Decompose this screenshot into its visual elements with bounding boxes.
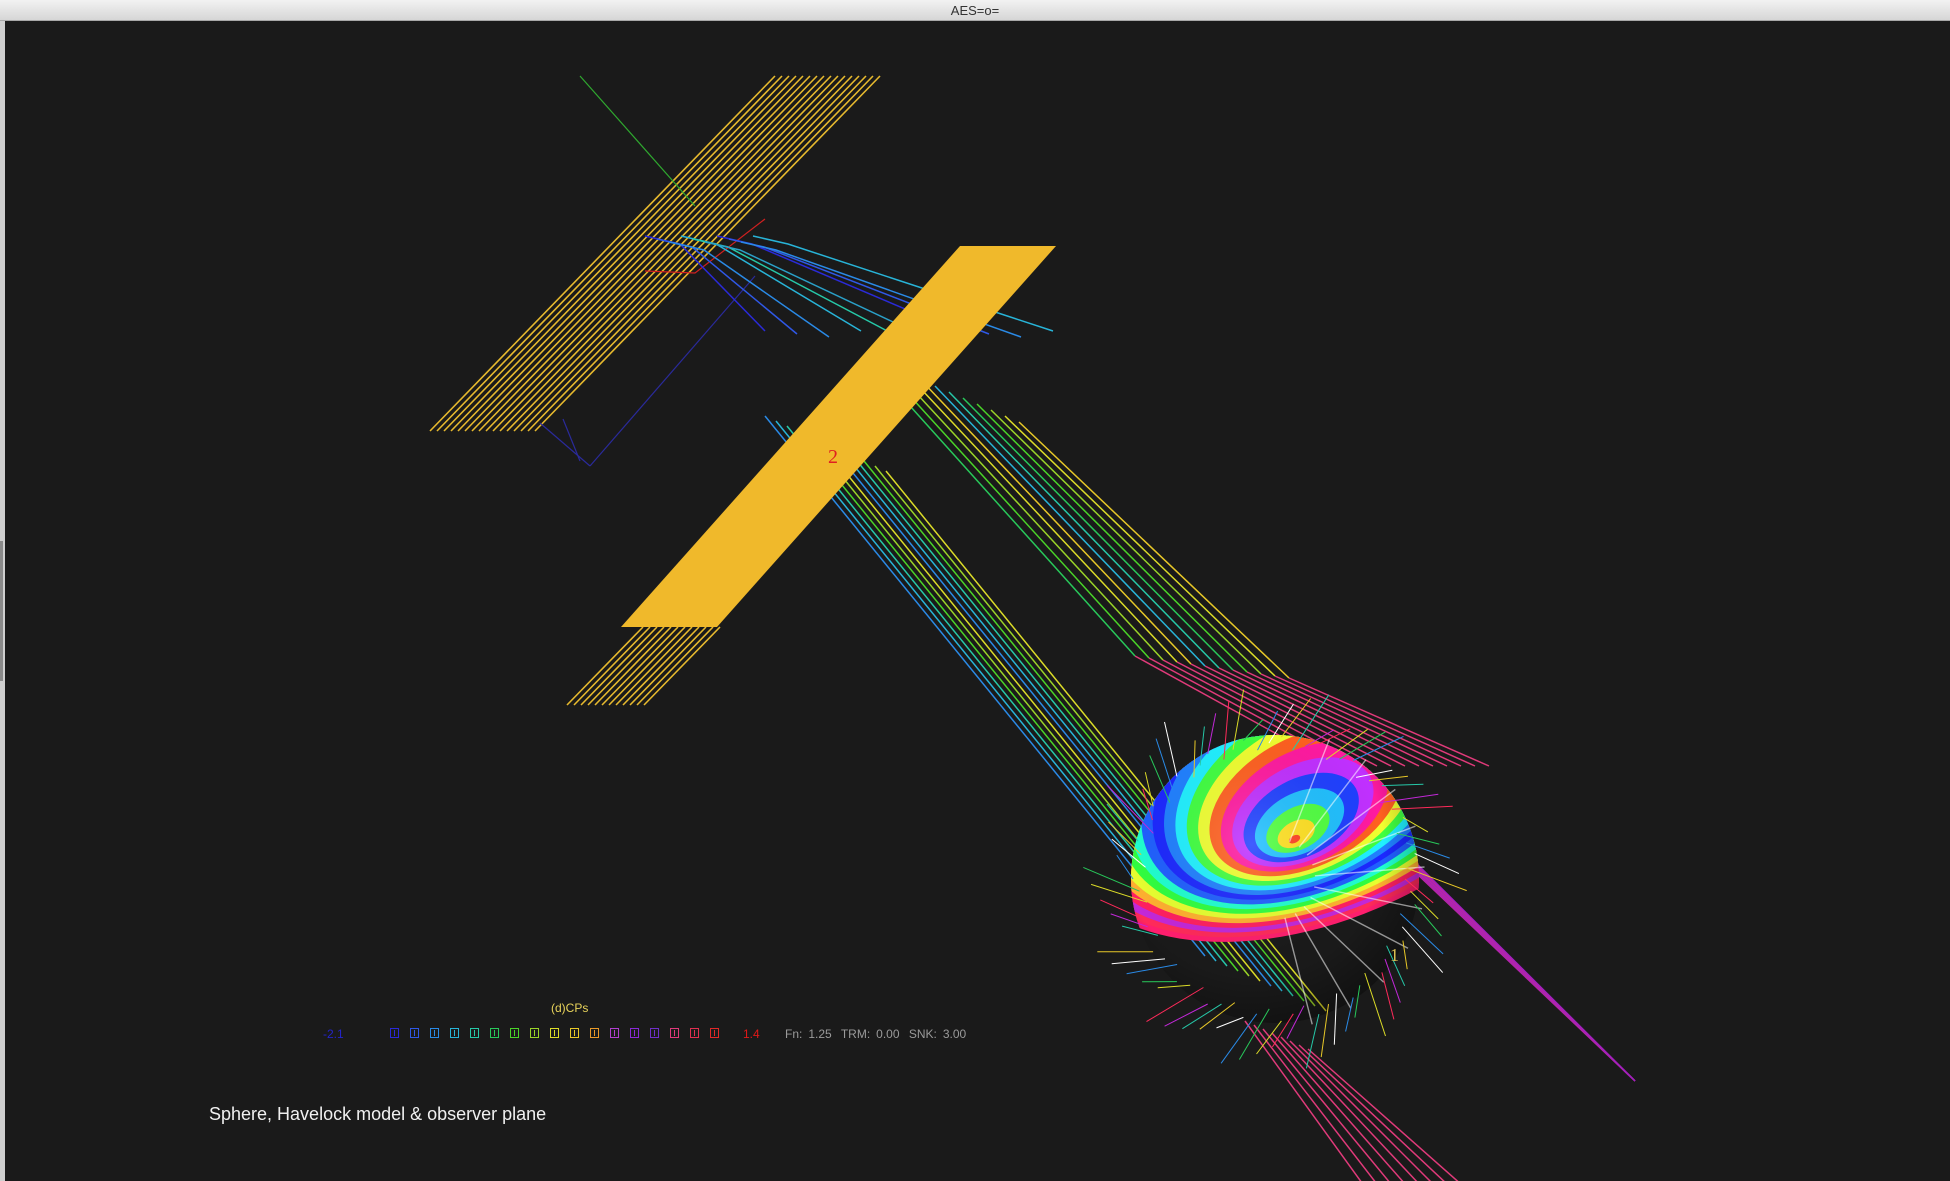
- legend-max-label: 1.4: [743, 1027, 760, 1041]
- legend-swatch: [490, 1028, 499, 1038]
- snk-label: SNK:: [908, 1027, 937, 1041]
- ray-segment: [1018, 421, 1290, 679]
- window-title: AES=o=: [950, 3, 1000, 18]
- legend-swatch: [530, 1028, 539, 1038]
- legend-swatch: [550, 1028, 559, 1038]
- ray-segment: [920, 379, 1192, 665]
- plane-grid-line: [464, 75, 811, 432]
- sphere-normal-line: [1100, 899, 1139, 918]
- fn-value: 1.25: [808, 1027, 832, 1041]
- ray-segment: [878, 361, 1150, 659]
- sphere-normal-line: [1146, 987, 1204, 1023]
- trm-label: TRM:: [840, 1027, 871, 1041]
- plane-grid-line: [622, 626, 700, 706]
- ray-segment: [1298, 1044, 1445, 1181]
- plane-grid-line: [573, 626, 651, 706]
- sphere-normal-line: [1256, 1020, 1282, 1055]
- legend-swatch: [710, 1028, 719, 1038]
- title-bar[interactable]: AES=o=: [0, 0, 1950, 21]
- sphere-normal-line: [1207, 713, 1217, 755]
- sphere-normal-line: [1391, 805, 1453, 810]
- axis-line-green: [579, 75, 696, 207]
- ray-segment: [1004, 415, 1276, 677]
- legend-swatch: [430, 1028, 439, 1038]
- scene-caption: Sphere, Havelock model & observer plane: [209, 1104, 547, 1124]
- sphere-normal-line: [1305, 1013, 1320, 1069]
- sphere-normal-line: [1381, 783, 1424, 787]
- plane-grid-line: [436, 75, 783, 432]
- plane-grid-line: [513, 75, 860, 432]
- sphere-normal-line: [1106, 785, 1154, 834]
- sphere-normal-line: [1182, 1003, 1222, 1030]
- axis-tick-blue: [562, 418, 581, 462]
- ray-segment: [906, 373, 1178, 663]
- ray-segment: [962, 397, 1234, 671]
- app-window: AES=o= 2 1 (d)CPs -2.1 1.4 Fn: 1.25 TRM:…: [0, 0, 1950, 1181]
- plane-label: 2: [828, 446, 838, 468]
- plane-grid-line: [450, 75, 797, 432]
- axis-line-blue-2: [539, 422, 591, 467]
- ray-segment: [892, 367, 1164, 661]
- plane-grid-line: [443, 75, 790, 432]
- ray-segment: [692, 238, 894, 335]
- plane-grid-line: [429, 75, 776, 432]
- ray-segment: [656, 238, 798, 335]
- snk-value: 3.00: [942, 1027, 967, 1041]
- ray-segment: [1262, 1028, 1390, 1181]
- legend-swatch: [390, 1028, 399, 1038]
- sphere-normal-line: [1401, 926, 1444, 973]
- legend-swatch: [650, 1028, 659, 1038]
- plane-grid-line: [478, 75, 825, 432]
- ray-segment: [948, 391, 1220, 669]
- plane-grid-line: [506, 75, 853, 432]
- plane-grid-line: [636, 626, 714, 706]
- legend-swatch: [570, 1028, 579, 1038]
- plane-grid-line: [566, 626, 644, 706]
- legend-min-label: -2.1: [323, 1027, 344, 1041]
- plane-grid-line: [629, 626, 707, 706]
- plane-grid-line: [580, 626, 658, 706]
- legend-swatch: [410, 1028, 419, 1038]
- legend-swatch: [690, 1028, 699, 1038]
- fn-label: Fn:: [785, 1027, 803, 1041]
- ray-segment: [1404, 851, 1636, 1082]
- resize-handle[interactable]: [0, 541, 3, 681]
- legend-title: (d)CPs: [551, 1001, 589, 1015]
- legend-swatch: [450, 1028, 459, 1038]
- plane-grid-line: [457, 75, 804, 432]
- plane-grid-line: [587, 626, 665, 706]
- status-readout: Fn: 1.25 TRM: 0.00 SNK: 3.00: [785, 1027, 972, 1041]
- plane-grid-line: [615, 626, 693, 706]
- plane-grid-line: [534, 75, 881, 432]
- sphere-body[interactable]: [977, 420, 1681, 1030]
- plane-grid-line: [608, 626, 686, 706]
- legend-swatch: [590, 1028, 599, 1038]
- plane-grid-line: [594, 626, 672, 706]
- plane-grid-line: [520, 75, 867, 432]
- trm-value: 0.00: [876, 1027, 900, 1041]
- sphere-normal-line: [1402, 940, 1408, 970]
- sphere-normal-line: [1164, 721, 1178, 777]
- sphere-label: 1: [1390, 945, 1399, 965]
- plane-grid-line: [471, 75, 818, 432]
- legend-swatch: [630, 1028, 639, 1038]
- 3d-viewport[interactable]: 2 1 (d)CPs -2.1 1.4 Fn: 1.25 TRM: 0.00 SNK…: [5, 21, 1950, 1181]
- observer-plane-strip: [621, 246, 1056, 627]
- legend-swatch: [610, 1028, 619, 1038]
- plane-grid-line: [499, 75, 846, 432]
- sphere-normal-line: [1384, 958, 1401, 1003]
- plane-grid-line: [643, 626, 721, 706]
- plane-grid-line: [601, 626, 679, 706]
- scene-canvas[interactable]: 2 1: [5, 21, 1950, 1181]
- observer-plane-grid-lower: [566, 626, 721, 706]
- observer-plane-grid: [429, 75, 881, 432]
- legend-swatch: [470, 1028, 479, 1038]
- legend-swatch: [670, 1028, 679, 1038]
- axis-line-blue: [589, 275, 756, 467]
- sphere-normal-line: [1216, 1016, 1244, 1029]
- legend-swatch: [510, 1028, 519, 1038]
